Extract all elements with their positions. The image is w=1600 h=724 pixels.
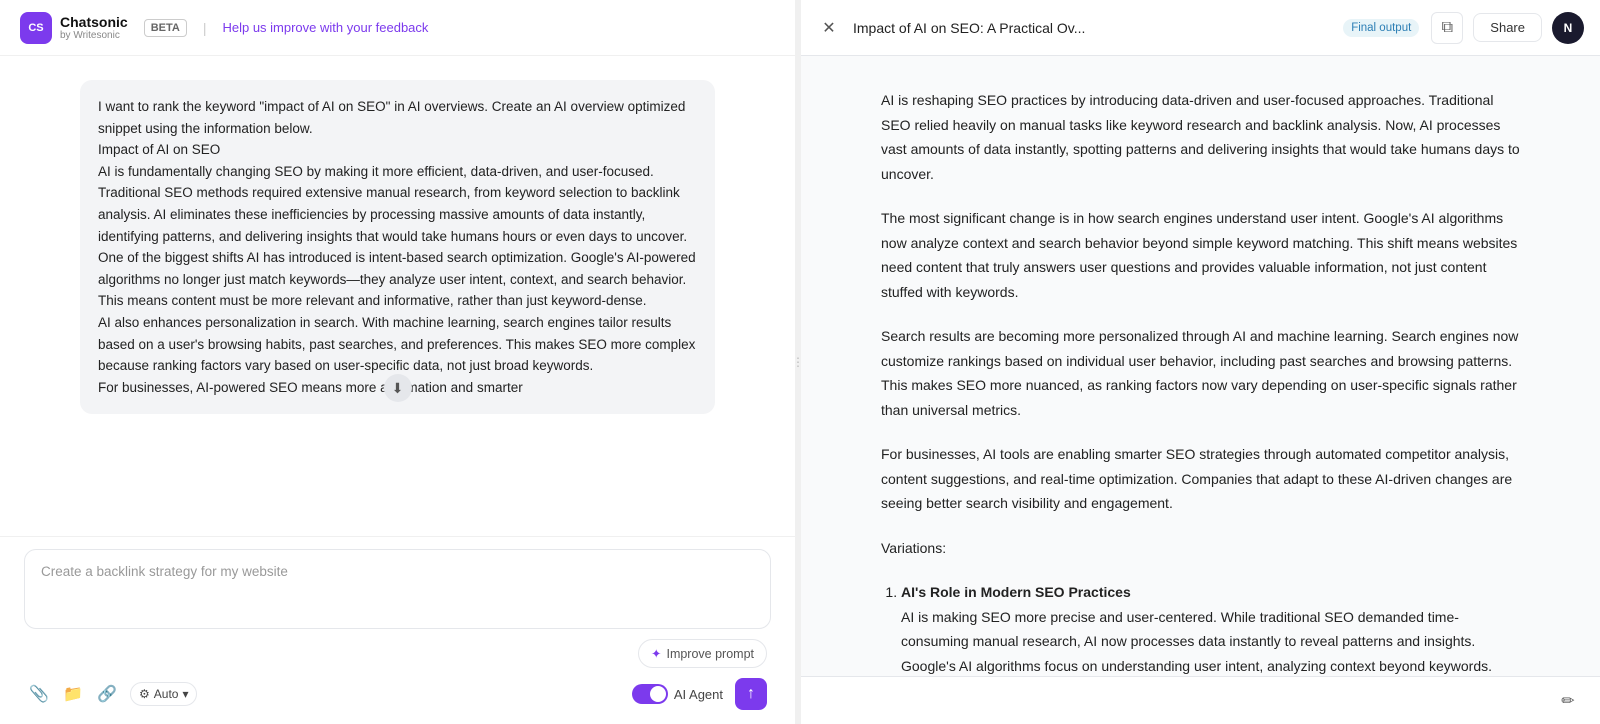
- logo-text: Chatsonic by Writesonic: [60, 14, 128, 41]
- right-footer: ✏: [801, 676, 1600, 724]
- link-icon[interactable]: 🔗: [96, 683, 118, 705]
- send-icon: ↑: [747, 685, 755, 703]
- ai-agent-switch[interactable]: [632, 684, 668, 704]
- header-right-actions: ⧉ Share N: [1431, 12, 1584, 44]
- final-output-badge: Final output: [1343, 19, 1419, 37]
- attach-icon[interactable]: 📎: [28, 683, 50, 705]
- variations-label: Variations:: [881, 536, 1520, 561]
- variation-title-1: AI's Role in Modern SEO Practices: [901, 584, 1131, 600]
- scroll-down-button[interactable]: ⬇: [384, 374, 412, 402]
- right-actions: AI Agent ↑: [632, 678, 767, 710]
- content-paragraph-3: Search results are becoming more persona…: [881, 324, 1520, 422]
- auto-icon: ⚙: [139, 687, 150, 701]
- ai-agent-toggle: AI Agent: [632, 684, 723, 704]
- ai-agent-label: AI Agent: [674, 687, 723, 702]
- document-title: Impact of AI on SEO: A Practical Ov...: [853, 20, 1331, 36]
- left-actions: 📎 📁 🔗 ⚙ Auto ▾: [28, 682, 197, 706]
- folder-icon[interactable]: 📁: [62, 683, 84, 705]
- user-initials: N: [1564, 21, 1573, 35]
- content-paragraph-2: The most significant change is in how se…: [881, 206, 1520, 304]
- send-button[interactable]: ↑: [735, 678, 767, 710]
- auto-label: Auto: [154, 687, 179, 701]
- logo-icon: CS: [20, 12, 52, 44]
- improve-row: ✦ Improve prompt: [24, 639, 771, 668]
- sparkle-icon: ✦: [651, 646, 661, 661]
- edit-button[interactable]: ✏: [1552, 685, 1584, 717]
- auto-button[interactable]: ⚙ Auto ▾: [130, 682, 197, 706]
- right-panel: ✕ Impact of AI on SEO: A Practical Ov...…: [801, 0, 1600, 724]
- logo-area: CS Chatsonic by Writesonic: [20, 12, 128, 44]
- message-bubble: I want to rank the keyword "impact of AI…: [80, 80, 715, 414]
- improve-prompt-label: Improve prompt: [666, 647, 754, 661]
- input-actions: 📎 📁 🔗 ⚙ Auto ▾ AI Agent ↑: [24, 678, 771, 710]
- left-panel: CS Chatsonic by Writesonic BETA | Help u…: [0, 0, 795, 724]
- chevron-down-icon: ▾: [182, 687, 188, 701]
- improve-prompt-button[interactable]: ✦ Improve prompt: [638, 639, 767, 668]
- message-text: I want to rank the keyword "impact of AI…: [98, 99, 696, 395]
- copy-button[interactable]: ⧉: [1431, 12, 1463, 44]
- close-button[interactable]: ✕: [817, 16, 841, 40]
- variation-text-1: AI is making SEO more precise and user-c…: [901, 609, 1493, 677]
- chat-area: I want to rank the keyword "impact of AI…: [0, 56, 795, 536]
- user-avatar: N: [1552, 12, 1584, 44]
- input-area: Create a backlink strategy for my websit…: [0, 536, 795, 724]
- separator: |: [203, 20, 207, 36]
- app-sub: by Writesonic: [60, 30, 128, 41]
- feedback-link[interactable]: Help us improve with your feedback: [222, 20, 428, 35]
- right-header: ✕ Impact of AI on SEO: A Practical Ov...…: [801, 0, 1600, 56]
- right-content: AI is reshaping SEO practices by introdu…: [801, 56, 1600, 676]
- beta-badge: BETA: [144, 19, 187, 37]
- edit-icon: ✏: [1561, 691, 1574, 711]
- top-bar: CS Chatsonic by Writesonic BETA | Help u…: [0, 0, 795, 56]
- copy-icon: ⧉: [1442, 19, 1453, 37]
- close-icon: ✕: [822, 18, 835, 38]
- input-placeholder: Create a backlink strategy for my websit…: [41, 564, 288, 579]
- app-name: Chatsonic: [60, 14, 128, 30]
- chat-input[interactable]: Create a backlink strategy for my websit…: [24, 549, 771, 629]
- content-paragraph-4: For businesses, AI tools are enabling sm…: [881, 442, 1520, 516]
- content-paragraph-1: AI is reshaping SEO practices by introdu…: [881, 88, 1520, 186]
- share-button[interactable]: Share: [1473, 13, 1542, 42]
- variation-item-1: AI's Role in Modern SEO Practices AI is …: [901, 580, 1520, 676]
- variations-list: AI's Role in Modern SEO Practices AI is …: [881, 580, 1520, 676]
